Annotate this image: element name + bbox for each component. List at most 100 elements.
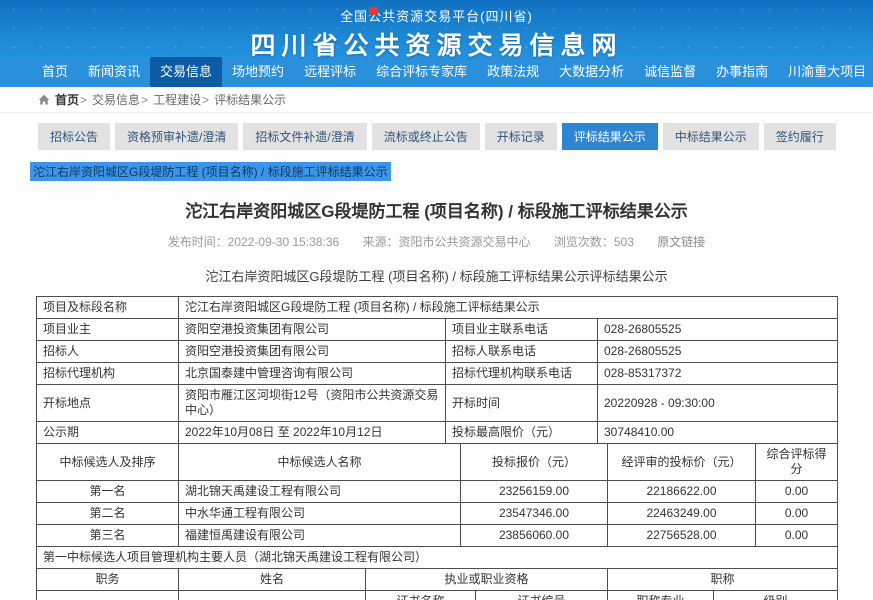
table-row: 项目及标段名称 沱江右岸资阳城区G段堤防工程 (项目名称) / 标段施工评标结果… xyxy=(37,297,838,319)
candidate-row: 第三名 福建恒禹建设有限公司 23856060.00 22756528.00 0… xyxy=(37,525,838,547)
header-cert-name: 证书名称 xyxy=(366,591,476,600)
header-bid-price: 投标报价（元） xyxy=(461,444,608,481)
info-label: 公示期 xyxy=(37,422,179,444)
info-label: 项目业主联系电话 xyxy=(446,319,598,341)
candidate-rank: 第二名 xyxy=(37,503,179,525)
header-name: 姓名 xyxy=(179,569,366,591)
personnel-section1-title: 第一中标候选人项目管理机构主要人员（湖北锦天禹建设工程有限公司） xyxy=(37,547,838,569)
table-header-row: 中标候选人及排序 中标候选人名称 投标报价（元） 经评审的投标价（元） 综合评标… xyxy=(37,444,838,481)
breadcrumb: 首页 > 交易信息 > 工程建设 > 评标结果公示 xyxy=(0,87,873,113)
header-rank: 中标候选人及排序 xyxy=(37,444,179,481)
info-label: 招标人联系电话 xyxy=(446,341,598,363)
article-meta: 发布时间：2022-09-30 15:38:36 来源：资阳市公共资源交易中心 … xyxy=(0,233,873,250)
site-title: 四川省公共资源交易信息网 xyxy=(0,26,873,62)
candidate-score: 0.00 xyxy=(756,503,838,525)
info-label: 开标地点 xyxy=(37,385,179,422)
header-job: 职务 xyxy=(37,569,179,591)
page: 全国公共资源交易平台(四川省) 四川省公共资源交易信息网 首页 新闻资讯 交易信… xyxy=(0,0,873,600)
tab-evaluation-results[interactable]: 评标结果公示 xyxy=(562,123,658,150)
empty-cell xyxy=(37,591,179,600)
category-tabs: 招标公告 资格预审补遗/澄清 招标文件补遗/澄清 流标或终止公告 开标记录 评标… xyxy=(0,113,873,150)
info-value: 北京国泰建中管理咨询有限公司 xyxy=(179,363,446,385)
home-icon xyxy=(38,94,50,106)
info-value: 资阳空港投资集团有限公司 xyxy=(179,341,446,363)
breadcrumb-separator: > xyxy=(141,93,148,107)
info-value: 30748410.00 xyxy=(598,422,838,444)
publish-time: 发布时间：2022-09-30 15:38:36 xyxy=(168,235,339,249)
page-title: 沱江右岸资阳城区G段堤防工程 (项目名称) / 标段施工评标结果公示 xyxy=(0,197,873,222)
info-value: 资阳市雁江区河坝街12号（资阳市公共资源交易中心） xyxy=(179,385,446,422)
breadcrumb-separator: > xyxy=(80,93,87,107)
selected-result-link[interactable]: 沱江右岸资阳城区G段堤防工程 (项目名称) / 标段施工评标结果公示 xyxy=(30,162,391,181)
header-title-major: 职称专业 xyxy=(608,591,714,600)
table-row: 公示期 2022年10月08日 至 2022年10月12日 投标最高限价（元） … xyxy=(37,422,838,444)
candidate-score: 0.00 xyxy=(756,481,838,503)
table-row: 项目业主 资阳空港投资集团有限公司 项目业主联系电话 028-26805525 xyxy=(37,319,838,341)
info-value: 沱江右岸资阳城区G段堤防工程 (项目名称) / 标段施工评标结果公示 xyxy=(179,297,838,319)
tab-opening-record[interactable]: 开标记录 xyxy=(485,123,557,150)
breadcrumb-home[interactable]: 首页 xyxy=(55,91,79,108)
candidate-name: 福建恒禹建设有限公司 xyxy=(179,525,461,547)
table-row: 开标地点 资阳市雁江区河坝街12号（资阳市公共资源交易中心） 开标时间 2022… xyxy=(37,385,838,422)
header-prof-title: 职称 xyxy=(608,569,838,591)
info-value: 028-85317372 xyxy=(598,363,838,385)
result-sheet: 项目及标段名称 沱江右岸资阳城区G段堤防工程 (项目名称) / 标段施工评标结果… xyxy=(36,296,837,600)
tab-award-results[interactable]: 中标结果公示 xyxy=(663,123,759,150)
tab-prequalification-addendum[interactable]: 资格预审补遗/澄清 xyxy=(115,123,238,150)
candidates-table: 中标候选人及排序 中标候选人名称 投标报价（元） 经评审的投标价（元） 综合评标… xyxy=(36,443,838,547)
candidate-bid: 23256159.00 xyxy=(461,481,608,503)
tab-bid-doc-addendum[interactable]: 招标文件补遗/澄清 xyxy=(243,123,366,150)
breadcrumb-separator: > xyxy=(202,93,209,107)
source: 来源：资阳市公共资源交易中心 xyxy=(363,235,531,249)
tab-contract-performance[interactable]: 签约履行 xyxy=(764,123,836,150)
header-level: 级别 xyxy=(714,591,838,600)
candidate-rank: 第三名 xyxy=(37,525,179,547)
view-count: 浏览次数：503 xyxy=(554,235,634,249)
candidate-bid: 23547346.00 xyxy=(461,503,608,525)
header-qualification: 执业或职业资格 xyxy=(366,569,608,591)
project-info-table: 项目及标段名称 沱江右岸资阳城区G段堤防工程 (项目名称) / 标段施工评标结果… xyxy=(36,296,838,444)
candidate-row: 第一名 湖北锦天禹建设工程有限公司 23256159.00 22186622.0… xyxy=(37,481,838,503)
breadcrumb-trade-info[interactable]: 交易信息 xyxy=(92,91,140,108)
candidate-row: 第二名 中水华通工程有限公司 23547346.00 22463249.00 0… xyxy=(37,503,838,525)
header-score: 综合评标得分 xyxy=(756,444,838,481)
header-cert-no: 证书编号 xyxy=(476,591,608,600)
candidate-evaluated: 22756528.00 xyxy=(608,525,756,547)
tab-failed-or-terminated[interactable]: 流标或终止公告 xyxy=(372,123,480,150)
platform-name: 全国公共资源交易平台(四川省) xyxy=(0,0,873,25)
info-label: 招标人 xyxy=(37,341,179,363)
info-value: 资阳空港投资集团有限公司 xyxy=(179,319,446,341)
breadcrumb-eval-results[interactable]: 评标结果公示 xyxy=(214,91,286,108)
info-value: 028-26805525 xyxy=(598,341,838,363)
header-evaluated-price: 经评审的投标价（元） xyxy=(608,444,756,481)
candidate-rank: 第一名 xyxy=(37,481,179,503)
candidate-evaluated: 22463249.00 xyxy=(608,503,756,525)
tab-bid-announcement[interactable]: 招标公告 xyxy=(38,123,110,150)
info-label: 开标时间 xyxy=(446,385,598,422)
personnel-table: 第一中标候选人项目管理机构主要人员（湖北锦天禹建设工程有限公司） 职务 姓名 执… xyxy=(36,546,838,600)
info-label: 项目业主 xyxy=(37,319,179,341)
site-masthead: 全国公共资源交易平台(四川省) 四川省公共资源交易信息网 xyxy=(0,0,873,57)
table-row: 招标人 资阳空港投资集团有限公司 招标人联系电话 028-26805525 xyxy=(37,341,838,363)
table-header-row: 职务 姓名 执业或职业资格 职称 xyxy=(37,569,838,591)
article-subtitle: 沱江右岸资阳城区G段堤防工程 (项目名称) / 标段施工评标结果公示评标结果公示 xyxy=(0,266,873,285)
candidate-name: 中水华通工程有限公司 xyxy=(179,503,461,525)
original-link[interactable]: 原文链接 xyxy=(657,235,705,249)
table-row: 招标代理机构 北京国泰建中管理咨询有限公司 招标代理机构联系电话 028-853… xyxy=(37,363,838,385)
info-value: 028-26805525 xyxy=(598,319,838,341)
info-label: 招标代理机构联系电话 xyxy=(446,363,598,385)
candidate-bid: 23856060.00 xyxy=(461,525,608,547)
info-value: 2022年10月08日 至 2022年10月12日 xyxy=(179,422,446,444)
map-pin-icon xyxy=(368,6,378,15)
candidate-evaluated: 22186622.00 xyxy=(608,481,756,503)
breadcrumb-engineering[interactable]: 工程建设 xyxy=(153,91,201,108)
header-candidate-name: 中标候选人名称 xyxy=(179,444,461,481)
table-header-row: 证书名称 证书编号 职称专业 级别 xyxy=(37,591,838,600)
section-band-row: 第一中标候选人项目管理机构主要人员（湖北锦天禹建设工程有限公司） xyxy=(37,547,838,569)
candidate-score: 0.00 xyxy=(756,525,838,547)
info-value: 20220928 - 09:30:00 xyxy=(598,385,838,422)
info-label: 投标最高限价（元） xyxy=(446,422,598,444)
empty-cell xyxy=(179,591,366,600)
candidate-name: 湖北锦天禹建设工程有限公司 xyxy=(179,481,461,503)
info-label: 项目及标段名称 xyxy=(37,297,179,319)
